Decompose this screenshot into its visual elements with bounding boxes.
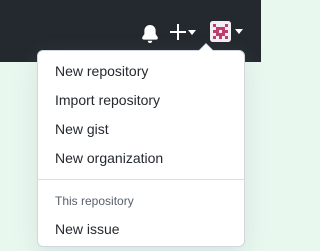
create-new-dropdown-menu: New repository Import repository New gis… [37, 43, 245, 247]
plus-icon [170, 24, 186, 40]
menu-item-new-issue[interactable]: New issue [38, 217, 244, 241]
menu-item-new-organization[interactable]: New organization [38, 146, 244, 170]
caret-down-icon [235, 29, 243, 34]
avatar [210, 21, 231, 42]
caret-down-icon [188, 30, 196, 35]
notifications-button[interactable] [141, 25, 159, 43]
menu-item-new-gist[interactable]: New gist [38, 117, 244, 141]
menu-divider [38, 179, 244, 180]
create-new-button[interactable] [168, 22, 200, 44]
menu-section-header: This repository [55, 194, 134, 208]
menu-item-new-repository[interactable]: New repository [38, 59, 244, 83]
bell-icon [142, 25, 158, 43]
user-menu-button[interactable] [210, 21, 248, 45]
menu-item-import-repository[interactable]: Import repository [38, 88, 244, 112]
